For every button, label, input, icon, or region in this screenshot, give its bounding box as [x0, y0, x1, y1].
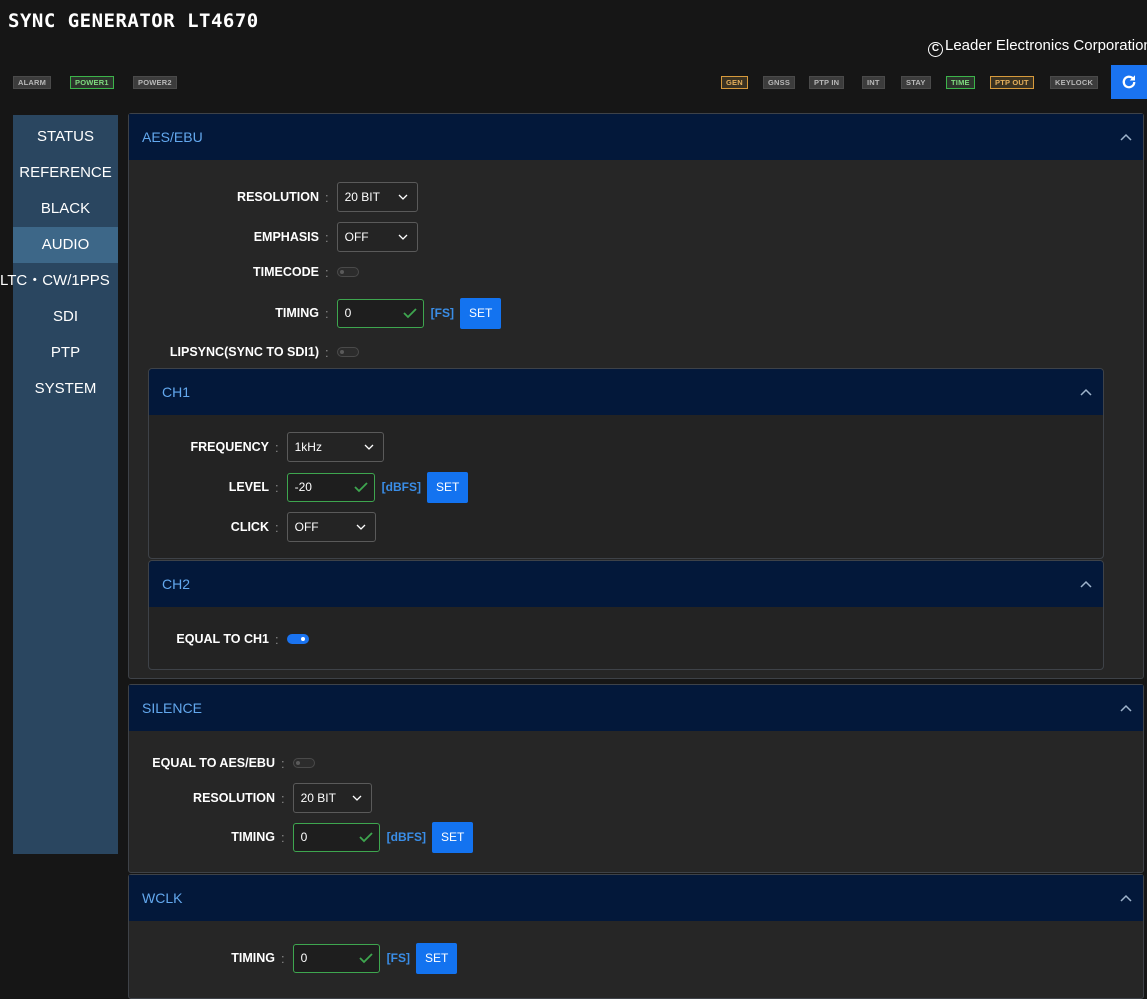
check-icon [358, 953, 373, 964]
chevron-up-icon[interactable] [1119, 130, 1133, 144]
panel-silence: SILENCE EQUAL TO AES/EBU: RESOLUTION: 20… [128, 684, 1144, 873]
sidebar-item-ltc[interactable]: LTC・CW/1PPS [0, 263, 118, 299]
panel-title: WCLK [142, 890, 183, 906]
level-unit: [dBFS] [381, 480, 421, 494]
click-value: OFF [294, 520, 319, 534]
panel-header-ch1[interactable]: CH1 [149, 369, 1103, 415]
chevron-up-icon[interactable] [1079, 577, 1093, 591]
check-icon [353, 482, 368, 493]
silence-resolution-value: 20 BIT [300, 791, 336, 805]
equal-to-aes-label: EQUAL TO AES/EBU [152, 756, 275, 770]
silence-timing-value: 0 [300, 830, 308, 844]
silence-resolution-select[interactable]: 20 BIT [292, 783, 372, 813]
copyright-text: Leader Electronics Corporation [945, 37, 1147, 54]
panel-title: AES/EBU [142, 129, 203, 145]
equal-to-ch1-toggle[interactable] [286, 634, 309, 644]
check-icon [402, 308, 417, 319]
frequency-value: 1kHz [294, 440, 322, 454]
wclk-timing-input[interactable]: 0 [292, 943, 380, 973]
indicator-alarm: ALARM [13, 76, 52, 89]
timing-set-button[interactable]: SET [459, 297, 502, 329]
resolution-select[interactable]: 20 BIT [336, 182, 418, 212]
copyright-icon: C [928, 42, 943, 57]
click-select[interactable]: OFF [286, 512, 376, 542]
silence-timing-unit: [dBFS] [386, 830, 426, 844]
sidebar-item-status[interactable]: STATUS [13, 119, 118, 155]
emphasis-value: OFF [344, 230, 369, 244]
resolution-label: RESOLUTION [237, 190, 319, 204]
equal-to-aes-toggle[interactable] [292, 758, 315, 768]
sidebar-item-system[interactable]: SYSTEM [13, 371, 118, 407]
chevron-down-icon [398, 234, 408, 240]
lipsync-toggle[interactable] [336, 347, 359, 357]
resolution-value: 20 BIT [344, 190, 380, 204]
copyright: C Leader Electronics Corporation [928, 37, 1147, 57]
panel-title: SILENCE [142, 700, 202, 716]
indicator-ptp-out: PTP OUT [990, 76, 1034, 89]
timing-label: TIMING [275, 306, 319, 320]
sidebar-item-sdi[interactable]: SDI [13, 299, 118, 335]
chevron-up-icon[interactable] [1079, 385, 1093, 399]
indicator-power2: POWER2 [133, 76, 177, 89]
sidebar-item-audio[interactable]: AUDIO [13, 227, 118, 263]
silence-timing-set-button[interactable]: SET [431, 821, 474, 853]
panel-title: CH2 [162, 576, 191, 592]
level-input[interactable]: -20 [286, 472, 375, 502]
chevron-down-icon [398, 194, 408, 200]
refresh-button[interactable] [1111, 65, 1147, 99]
timecode-toggle[interactable] [336, 267, 359, 277]
refresh-icon [1122, 75, 1136, 89]
chevron-up-icon[interactable] [1119, 701, 1133, 715]
app-title: SYNC GENERATOR LT4670 [8, 10, 259, 32]
level-set-button[interactable]: SET [426, 471, 469, 503]
panel-aes-ebu: AES/EBU RESOLUTION: 20 BIT EMPHASIS: OFF… [128, 113, 1144, 679]
indicator-power1: POWER1 [70, 76, 114, 89]
sidebar-nav: STATUS REFERENCE BLACK AUDIO LTC・CW/1PPS… [0, 115, 118, 854]
timing-value: 0 [344, 306, 352, 320]
level-label: LEVEL [228, 480, 269, 494]
wclk-timing-unit: [FS] [386, 951, 410, 965]
panel-header-wclk[interactable]: WCLK [129, 875, 1143, 921]
frequency-label: FREQUENCY [190, 440, 269, 454]
indicator-time: TIME [946, 76, 975, 89]
silence-resolution-label: RESOLUTION [193, 791, 275, 805]
panel-wclk: WCLK TIMING: 0 [FS] SET [128, 874, 1144, 999]
panel-header-silence[interactable]: SILENCE [129, 685, 1143, 731]
click-label: CLICK [230, 520, 269, 534]
indicator-gnss: GNSS [763, 76, 796, 89]
indicator-stay: STAY [901, 76, 931, 89]
silence-timing-label: TIMING [231, 830, 275, 844]
timing-unit: [FS] [430, 306, 454, 320]
subpanel-ch2: CH2 EQUAL TO CH1: [148, 560, 1104, 670]
timing-input[interactable]: 0 [336, 298, 424, 328]
indicator-ptp-in: PTP IN [809, 76, 845, 89]
level-value: -20 [294, 480, 312, 494]
sidebar-item-reference[interactable]: REFERENCE [13, 155, 118, 191]
frequency-select[interactable]: 1kHz [286, 432, 384, 462]
silence-timing-input[interactable]: 0 [292, 822, 380, 852]
chevron-down-icon [356, 524, 366, 530]
wclk-timing-label: TIMING [231, 951, 275, 965]
chevron-up-icon[interactable] [1119, 891, 1133, 905]
sidebar-item-black[interactable]: BLACK [13, 191, 118, 227]
subpanel-ch1: CH1 FREQUENCY: 1kHz LEVEL: -20 [dBFS] SE… [148, 368, 1104, 559]
wclk-timing-value: 0 [300, 951, 308, 965]
panel-header-aes-ebu[interactable]: AES/EBU [129, 114, 1143, 160]
indicator-int: INT [862, 76, 885, 89]
timecode-label: TIMECODE [253, 265, 319, 279]
chevron-down-icon [352, 795, 362, 801]
chevron-down-icon [364, 444, 374, 450]
indicator-keylock: KEYLOCK [1050, 76, 1099, 89]
indicator-gen: GEN [721, 76, 748, 89]
sidebar-item-ptp[interactable]: PTP [13, 335, 118, 371]
panel-header-ch2[interactable]: CH2 [149, 561, 1103, 607]
panel-title: CH1 [162, 384, 191, 400]
emphasis-select[interactable]: OFF [336, 222, 418, 252]
emphasis-label: EMPHASIS [253, 230, 319, 244]
equal-to-ch1-label: EQUAL TO CH1 [176, 632, 269, 646]
main-content: AES/EBU RESOLUTION: 20 BIT EMPHASIS: OFF… [128, 113, 1147, 999]
wclk-timing-set-button[interactable]: SET [415, 942, 458, 974]
check-icon [358, 832, 373, 843]
lipsync-label: LIPSYNC(SYNC TO SDI1) [169, 345, 319, 359]
